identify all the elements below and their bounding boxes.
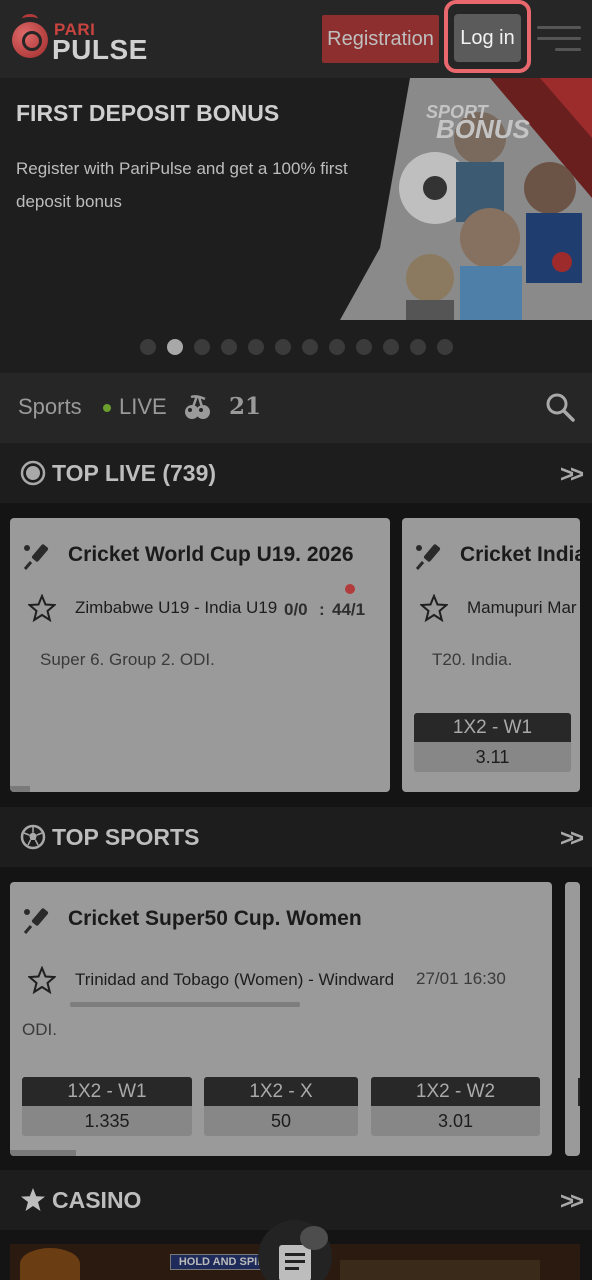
carousel-dot[interactable] [436,339,453,355]
carousel-dot[interactable] [328,339,345,355]
search-icon[interactable] [545,392,575,422]
carousel-dot[interactable] [355,339,372,355]
chevron-double-right-icon[interactable]: >> [560,1188,584,1216]
odds-button-w1[interactable]: 1X2 - W1 1.335 [22,1077,192,1136]
nav-live[interactable]: LIVE [119,394,167,420]
score-away: 44/1 [332,600,366,619]
chevron-double-right-icon[interactable]: >> [560,825,584,853]
carousel-dot[interactable] [409,339,426,355]
banner-title: FIRST DEPOSIT BONUS [16,100,280,126]
cherries-icon[interactable] [183,393,211,421]
odds-button[interactable]: 1X2 - W1 3.11 [414,713,571,772]
score-separator: : [319,600,325,619]
main-nav: Sports LIVE 21 [0,373,592,443]
card-scroll-indicator [10,1150,76,1156]
sports-event-card[interactable]: Cricket Super50 Cup. Women Trinidad and … [10,882,552,1156]
carousel-dot-active[interactable] [166,339,183,355]
odds-label: 1X2 - X [204,1077,358,1106]
casino-game-thumb[interactable] [20,1248,80,1280]
star-icon [21,1188,45,1211]
logo[interactable]: PARI PULSE [12,14,172,65]
sports-event-card[interactable] [565,882,580,1156]
chat-bubble-icon[interactable] [300,1226,328,1250]
progress-bar [70,1002,300,1007]
casino-game-thumb[interactable] [340,1260,540,1280]
nav-card-games[interactable]: 21 [229,393,261,420]
event-description: T20. India. [432,650,513,669]
odds-value: 50 [204,1106,358,1136]
registration-button[interactable]: Registration [322,15,439,63]
odds-value: 3.01 [371,1106,540,1136]
card-scroll-indicator [10,786,30,792]
menu-icon[interactable] [537,26,581,52]
score-home: 0/0 [284,600,308,619]
document-list-icon[interactable] [279,1245,311,1280]
odds-label: 1X2 - W2 [371,1077,540,1106]
carousel-dot[interactable] [220,339,237,355]
banner-image: SPORT BONUS [340,78,592,320]
soccer-ball-icon [20,824,46,850]
league-name: Cricket Super50 Cup. Women [68,907,362,930]
top-live-title: TOP LIVE (739) [52,460,217,486]
odds-value: 3.11 [414,742,571,772]
logo-text-bottom: PULSE [52,34,148,65]
top-sports-header[interactable]: TOP SPORTS >> [0,807,592,867]
odds-button-edge [578,1078,580,1106]
live-indicator-icon [345,584,355,594]
carousel-dot[interactable] [274,339,291,355]
match-teams[interactable]: Mamupuri Mar [467,598,577,618]
odds-label: 1X2 - W1 [22,1077,192,1106]
odds-button-x[interactable]: 1X2 - X 50 [204,1077,358,1136]
logo-ball-icon [12,22,48,58]
cricket-bat-icon [23,908,49,934]
top-sports-title: TOP SPORTS [52,824,200,850]
league-name: Cricket World Cup U19. 2026 [68,543,354,566]
carousel-dot[interactable] [382,339,399,355]
carousel-dot[interactable] [193,339,210,355]
header: PARI PULSE Registration Log in [0,0,592,78]
cricket-bat-icon [23,544,49,570]
casino-title: CASINO [52,1187,142,1213]
promo-banner[interactable]: FIRST DEPOSIT BONUS Register with PariPu… [0,78,592,373]
match-teams[interactable]: Trinidad and Tobago (Women) - Windward [75,970,394,990]
event-description: Super 6. Group 2. ODI. [40,650,215,669]
event-datetime: 27/01 16:30 [416,969,506,988]
banner-text: Register with PariPulse and get a 100% f… [16,159,348,211]
live-event-card[interactable]: Cricket World Cup U19. 2026 Zimbabwe U19… [10,518,390,792]
favorite-star-icon[interactable] [28,966,56,994]
live-circle-icon [20,460,46,486]
live-dot-icon [103,404,111,412]
nav-sports[interactable]: Sports [18,394,82,420]
carousel-dots [0,339,592,355]
banner-art-caption-bottom: BONUS [436,114,531,144]
login-button[interactable]: Log in [454,14,521,62]
top-live-header[interactable]: TOP LIVE (739) >> [0,443,592,503]
league-name: Cricket India [460,543,580,566]
live-event-card[interactable]: Cricket India Mamupuri Mar T20. India. 1… [402,518,580,792]
carousel-dot[interactable] [301,339,318,355]
carousel-dot[interactable] [139,339,156,355]
carousel-dot[interactable] [247,339,264,355]
favorite-star-icon[interactable] [28,594,56,622]
event-description: ODI. [22,1020,57,1039]
odds-button-w2[interactable]: 1X2 - W2 3.01 [371,1077,540,1136]
cricket-bat-icon [415,544,441,570]
chevron-double-right-icon[interactable]: >> [560,461,584,489]
odds-label: 1X2 - W1 [414,713,571,742]
match-teams[interactable]: Zimbabwe U19 - India U19 [75,598,277,618]
odds-value: 1.335 [22,1106,192,1136]
favorite-star-icon[interactable] [420,594,448,622]
